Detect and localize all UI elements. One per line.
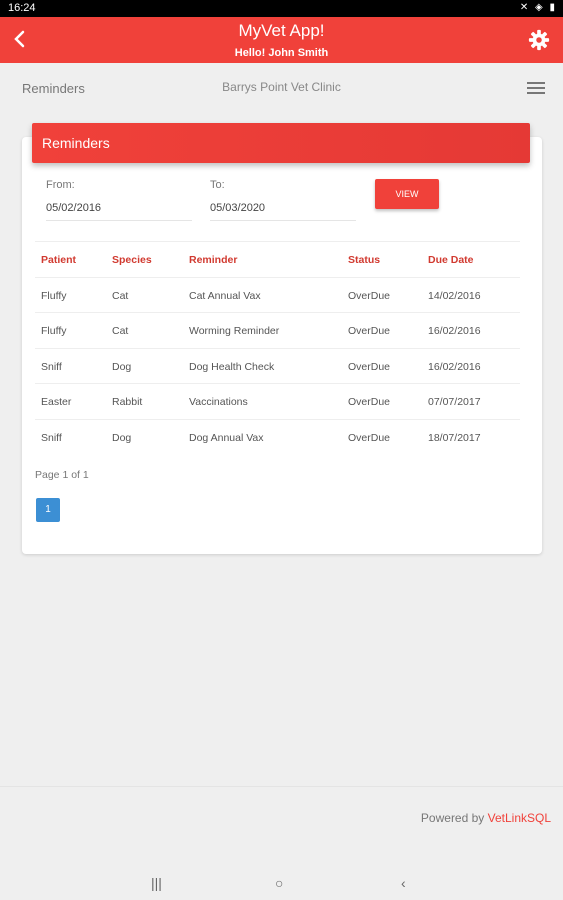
cell-status: OverDue xyxy=(348,431,391,444)
from-label: From: xyxy=(46,179,75,191)
from-date-field[interactable]: 05/02/2016 xyxy=(46,202,192,221)
powered-by-text: Powered by xyxy=(420,811,488,825)
powered-by: Powered by VetLinkSQL xyxy=(421,811,551,825)
table-header-row: Patient Species Reminder Status Due Date xyxy=(35,242,520,278)
cell-patient: Easter xyxy=(41,396,72,408)
hamburger-menu-icon[interactable] xyxy=(527,82,545,96)
page-info: Page 1 of 1 xyxy=(35,469,89,481)
greeting-text: Hello! John Smith xyxy=(234,47,329,59)
system-nav-bar: ||| ○ ‹ xyxy=(0,866,563,900)
cell-patient: Fluffy xyxy=(41,289,67,302)
app-title: MyVet App! xyxy=(238,21,325,40)
cell-patient: Fluffy xyxy=(41,325,67,337)
cell-patient: Sniff xyxy=(41,360,62,373)
vetlinksql-link[interactable]: VetLinkSQL xyxy=(488,811,551,825)
to-date-field[interactable]: 05/03/2020 xyxy=(210,202,356,221)
cell-reminder: Worming Reminder xyxy=(189,325,280,337)
cell-species: Dog xyxy=(112,431,132,444)
cell-due-date: 18/07/2017 xyxy=(428,431,481,444)
cell-due-date: 07/07/2017 xyxy=(428,396,481,408)
cell-reminder: Cat Annual Vax xyxy=(189,289,261,302)
header-species: Species xyxy=(112,254,152,266)
nav-back-icon[interactable]: ‹ xyxy=(401,875,406,891)
cell-status: OverDue xyxy=(348,360,391,373)
cell-status: OverDue xyxy=(348,396,391,408)
sub-header: Reminders Barrys Point Vet Clinic xyxy=(0,63,563,113)
cell-species: Cat xyxy=(112,289,129,302)
to-label: To: xyxy=(210,179,225,191)
status-time: 16:24 xyxy=(8,2,36,14)
page-button-1[interactable]: 1 xyxy=(36,498,60,522)
cell-species: Rabbit xyxy=(112,396,143,408)
table-row: Easter Rabbit Vaccinations OverDue 07/07… xyxy=(35,384,520,420)
cell-reminder: Dog Health Check xyxy=(189,360,275,373)
reminders-table: Patient Species Reminder Status Due Date… xyxy=(35,241,520,455)
status-bar: 16:24 ✕ ◈ ▮ xyxy=(0,0,563,17)
system-status-icons: ✕ ◈ ▮ xyxy=(519,2,557,13)
cell-species: Cat xyxy=(112,325,129,337)
gear-icon[interactable] xyxy=(528,29,550,51)
table-row: Fluffy Cat Cat Annual Vax OverDue 14/02/… xyxy=(35,278,520,313)
cell-status: OverDue xyxy=(348,325,391,337)
table-row: Sniff Dog Dog Health Check OverDue 16/02… xyxy=(35,349,520,384)
home-icon[interactable]: ○ xyxy=(275,875,283,891)
view-button[interactable]: VIEW xyxy=(375,179,439,209)
cell-due-date: 16/02/2016 xyxy=(428,360,481,373)
header-due-date: Due Date xyxy=(428,254,474,266)
card-title: Reminders xyxy=(32,123,530,163)
clinic-name: Barrys Point Vet Clinic xyxy=(222,80,341,94)
cell-status: OverDue xyxy=(348,289,391,302)
cell-species: Dog xyxy=(112,360,132,373)
app-bar: MyVet App! Hello! John Smith xyxy=(0,17,563,63)
recents-icon[interactable]: ||| xyxy=(151,875,162,891)
cell-reminder: Dog Annual Vax xyxy=(189,431,264,444)
cell-due-date: 16/02/2016 xyxy=(428,325,481,337)
cell-due-date: 14/02/2016 xyxy=(428,289,481,302)
table-row: Sniff Dog Dog Annual Vax OverDue 18/07/2… xyxy=(35,420,520,456)
header-reminder: Reminder xyxy=(189,254,238,266)
header-status: Status xyxy=(348,254,381,266)
cell-patient: Sniff xyxy=(41,431,62,444)
footer: Powered by VetLinkSQL xyxy=(0,786,563,866)
cell-reminder: Vaccinations xyxy=(189,396,248,408)
table-row: Fluffy Cat Worming Reminder OverDue 16/0… xyxy=(35,313,520,349)
header-patient: Patient xyxy=(41,254,77,266)
